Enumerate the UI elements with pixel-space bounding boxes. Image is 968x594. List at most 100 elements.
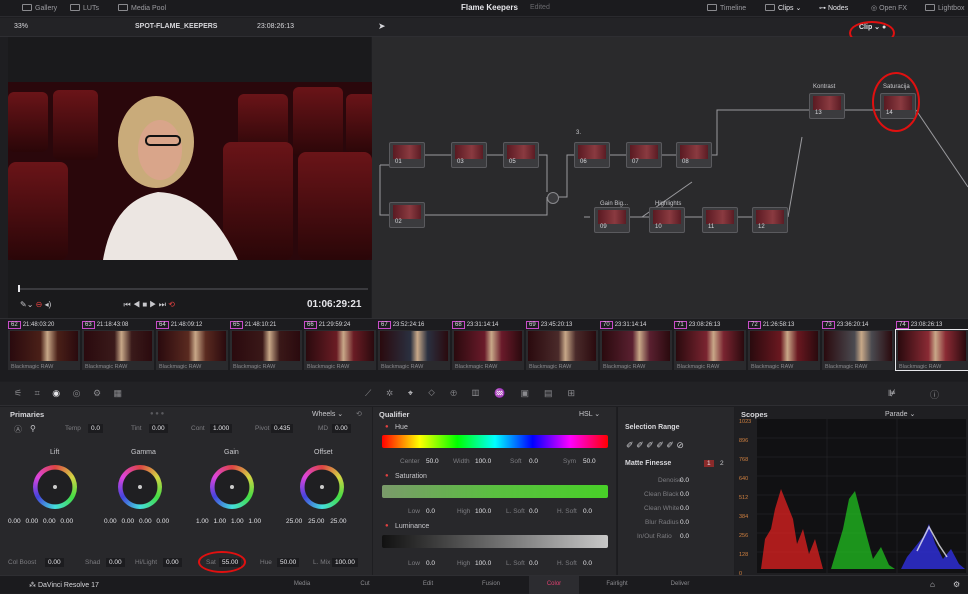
lift-wheel[interactable] xyxy=(33,465,77,509)
media-pool-button[interactable]: Media Pool xyxy=(118,4,166,12)
clip-thumbnail[interactable]: Blackmagic RAW xyxy=(674,330,746,370)
clip-thumbnail[interactable]: Blackmagic RAW xyxy=(378,330,450,370)
clip-thumbnail[interactable]: Blackmagic RAW xyxy=(156,330,228,370)
hue-soft-field[interactable]: 0.0 xyxy=(529,458,538,465)
matte-tab-2[interactable]: 2 xyxy=(720,460,724,467)
node-11[interactable]: 11 xyxy=(702,207,738,233)
mixer-node[interactable] xyxy=(547,192,559,204)
page-tab-color[interactable]: Color xyxy=(529,576,579,594)
matte-tab-1[interactable]: 1 xyxy=(704,460,714,467)
pivot-field[interactable]: 0.435 xyxy=(271,424,294,433)
clip-thumbnail[interactable]: Blackmagic RAW xyxy=(8,330,80,370)
audio-icon[interactable]: ◂) xyxy=(45,300,52,309)
key-icon[interactable]: ▣ xyxy=(520,388,529,398)
hue-enable-icon[interactable]: ● xyxy=(385,424,389,430)
pointer-icon[interactable]: ➤ xyxy=(378,21,386,32)
clips-button[interactable]: Clips ⌄ xyxy=(765,4,801,12)
node-13[interactable]: 13 xyxy=(809,93,845,119)
clip-thumbnail[interactable]: Blackmagic RAW xyxy=(526,330,598,370)
picker-minus-icon[interactable]: ✐ xyxy=(636,440,644,450)
tracker-icon[interactable]: ⊕ xyxy=(450,388,457,398)
home-icon[interactable]: ⌂ xyxy=(930,580,935,589)
picker-icon[interactable]: ✐ xyxy=(626,440,634,450)
lum-lsoft-field[interactable]: 0.0 xyxy=(529,560,538,567)
auto-balance-icon[interactable]: Ⓐ xyxy=(14,424,22,435)
clip-thumbnail[interactable]: Blackmagic RAW xyxy=(304,330,376,370)
sat-low-field[interactable]: 0.0 xyxy=(426,508,435,515)
clip-thumbnail[interactable]: Blackmagic RAW xyxy=(452,330,524,370)
nodes-button[interactable]: ⊶ Nodes xyxy=(819,4,848,12)
hue-sym-field[interactable]: 50.0 xyxy=(583,458,596,465)
sat-lsoft-field[interactable]: 0.0 xyxy=(529,508,538,515)
camera-raw-icon[interactable]: ⚟ xyxy=(14,388,22,398)
temp-field[interactable]: 0.0 xyxy=(88,424,104,433)
page-tab-fusion[interactable]: Fusion xyxy=(466,581,516,587)
offset-values[interactable]: 25.00 25.00 25.00 xyxy=(286,518,346,525)
gamma-wheel[interactable] xyxy=(118,465,162,509)
clip-name-select[interactable]: SPOT-FLAME_KEEPERS xyxy=(135,23,217,30)
node-01[interactable]: 01 xyxy=(389,142,425,168)
node-05[interactable]: 05 xyxy=(503,142,539,168)
loop-icon[interactable]: ⟲ xyxy=(168,300,175,309)
offset-wheel[interactable] xyxy=(300,465,344,509)
wheels-mode-select[interactable]: Wheels ⌄ xyxy=(312,410,343,418)
page-tab-media[interactable]: Media xyxy=(277,581,327,587)
page-tab-deliver[interactable]: Deliver xyxy=(655,581,705,587)
node-12[interactable]: 12 xyxy=(752,207,788,233)
tint-field[interactable]: 0.00 xyxy=(149,424,168,433)
curves-icon[interactable]: ⟋ xyxy=(365,388,371,398)
contrast-field[interactable]: 1.000 xyxy=(210,424,233,433)
viewer-scrubber[interactable] xyxy=(18,288,368,290)
picker-plus-icon[interactable]: ✐ xyxy=(646,440,654,450)
gain-values[interactable]: 1.00 1.00 1.00 1.00 xyxy=(196,518,261,525)
node-08[interactable]: 08 xyxy=(676,142,712,168)
clip-thumbnail[interactable]: Blackmagic RAW xyxy=(82,330,154,370)
hue-center-field[interactable]: 50.0 xyxy=(426,458,439,465)
clip-thumbnail[interactable]: Blackmagic RAW xyxy=(230,330,302,370)
scopes-icon[interactable]: ⊯ xyxy=(888,388,896,399)
rgb-mixer-icon[interactable]: ⚙ xyxy=(93,388,101,398)
highlights-field[interactable]: 0.00 xyxy=(163,558,182,567)
lum-enable-icon[interactable]: ● xyxy=(385,523,389,529)
luma-mix-field[interactable]: 100.00 xyxy=(332,558,358,567)
reset-all-icon[interactable]: ⟲ xyxy=(356,410,362,418)
sat-hsoft-field[interactable]: 0.0 xyxy=(583,508,592,515)
stop-icon[interactable]: ■ xyxy=(142,300,147,309)
info-icon[interactable]: ⓘ xyxy=(930,388,939,401)
timeline-button[interactable]: Timeline xyxy=(707,4,746,12)
hue-field[interactable]: 50.00 xyxy=(277,558,300,567)
node-10[interactable]: 10 xyxy=(649,207,685,233)
skip-forward-icon[interactable]: ⏭ xyxy=(159,300,166,309)
node-03[interactable]: 03 xyxy=(451,142,487,168)
gain-wheel[interactable] xyxy=(210,465,254,509)
gallery-button[interactable]: Gallery xyxy=(22,4,57,12)
color-wheels-icon[interactable]: ◉ xyxy=(52,388,60,398)
loop-marker-icon[interactable]: ⊖ xyxy=(36,300,43,309)
color-match-icon[interactable]: ⌗ xyxy=(35,388,40,398)
page-tab-cut[interactable]: Cut xyxy=(340,581,390,587)
sat-enable-icon[interactable]: ● xyxy=(385,473,389,479)
qualifier-mode-select[interactable]: HSL ⌄ xyxy=(579,410,600,418)
3d-icon[interactable]: ⊞ xyxy=(568,388,576,398)
node-09[interactable]: 09 xyxy=(594,207,630,233)
node-editor[interactable]: 01 03 05 02 3. 06 07 08 Gain Big... 09 H… xyxy=(372,37,968,318)
scope-mode-select[interactable]: Parade ⌄ xyxy=(885,410,915,418)
gamma-values[interactable]: 0.00 0.00 0.00 0.00 xyxy=(104,518,169,525)
play-icon[interactable]: ▶ xyxy=(149,300,156,309)
lift-values[interactable]: 0.00 0.00 0.00 0.00 xyxy=(8,518,73,525)
feather-minus-icon[interactable]: ✐ xyxy=(656,440,664,450)
saturation-bar[interactable] xyxy=(382,485,608,498)
denoise-field[interactable]: 0.0 xyxy=(680,477,689,484)
node-06[interactable]: 06 xyxy=(574,142,610,168)
skip-back-icon[interactable]: ⏮ xyxy=(124,300,131,309)
scrubber-playhead[interactable] xyxy=(18,285,20,292)
node-07[interactable]: 07 xyxy=(626,142,662,168)
blur-icon[interactable]: ♒ xyxy=(494,388,505,398)
hdr-icon[interactable]: ◎ xyxy=(73,388,81,398)
motion-effects-icon[interactable]: ▦ xyxy=(114,388,123,398)
lightbox-button[interactable]: Lightbox xyxy=(925,4,964,12)
reverse-icon[interactable]: ◀ xyxy=(133,300,140,309)
sizing-icon[interactable]: ▤ xyxy=(544,388,553,398)
pen-icon[interactable]: ✎⌄ xyxy=(20,300,33,309)
luts-button[interactable]: LUTs xyxy=(70,4,99,12)
